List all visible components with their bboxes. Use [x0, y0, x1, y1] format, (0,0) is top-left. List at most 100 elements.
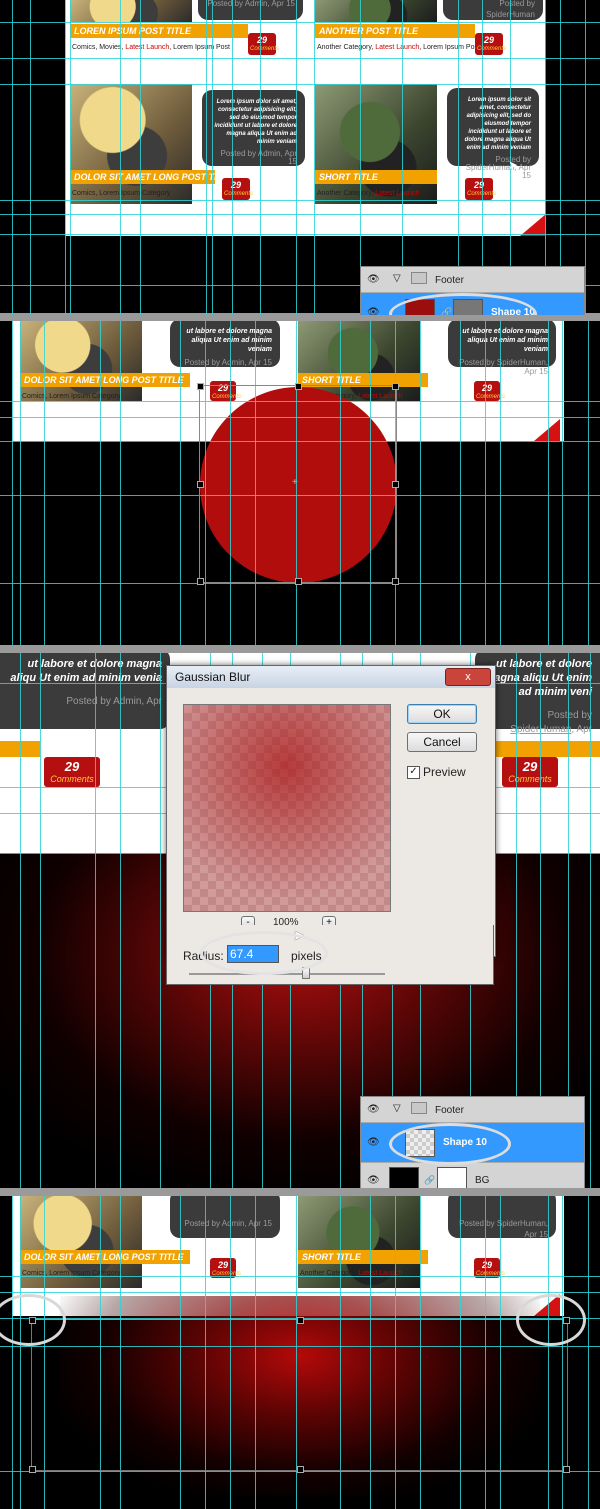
disclosure-triangle-icon[interactable]: ▽ [393, 1103, 401, 1114]
author-link[interactable]: SpiderHuman [510, 724, 571, 735]
transform-bounding-box[interactable] [29, 1317, 570, 1473]
meta-text: , Apr [571, 724, 592, 735]
category-link[interactable]: Latest Launch [375, 44, 419, 51]
speech-bubble: ut labore et dolore magna aliqua Ut enim… [170, 321, 280, 367]
category-text: Comics, Lorem Ipsum Category [72, 190, 171, 197]
transform-handle[interactable] [392, 383, 399, 390]
post-title[interactable]: ANOTHER POST TITLE [315, 24, 475, 38]
highlight-oval [389, 1123, 511, 1165]
comments-count: 29 [483, 35, 494, 45]
post-row-d-left: Posted by Admin, Apr 15 DOLOR SIT AMET L… [20, 1196, 290, 1296]
category-text: Comics, Lorem Ipsum Category [22, 1270, 121, 1277]
comments-label: Comments [476, 394, 506, 400]
ok-button[interactable]: OK [407, 704, 477, 724]
blur-preview-area[interactable] [183, 704, 391, 912]
comments-badge[interactable]: 29 Comments [474, 1258, 505, 1278]
post-title[interactable]: DOLOR SIT AMET LONG POST TITLE [20, 1250, 190, 1264]
layer-name: Footer [435, 1105, 464, 1116]
highlight-oval [200, 931, 328, 975]
transform-handle[interactable] [297, 1317, 304, 1324]
panel-separator [0, 1188, 600, 1196]
layers-panel: 👁 ▽ Footer 👁 🔗 Shape 10 👁 🔗 BG [360, 266, 585, 315]
bubble-text: ut labore et dolore magna aliqua Ut enim… [462, 328, 548, 353]
post-categories: Another Category, Latest Launch, Lorem I… [317, 44, 480, 51]
eye-icon[interactable]: 👁 [367, 1137, 380, 1148]
close-button[interactable]: x [445, 668, 491, 686]
post-title[interactable]: DOLOR SIT AMET LONG POST TITLE [70, 170, 234, 184]
post-categories: Comics, Lorem Ipsum Category [22, 393, 120, 400]
post-title[interactable]: DOLOR SIT AMET LONG POST TITLE [20, 373, 190, 387]
dialog-title: Gaussian Blur [175, 670, 251, 684]
cancel-button[interactable]: Cancel [407, 732, 477, 752]
comments-badge[interactable]: 29 Comments [210, 1258, 241, 1278]
eye-icon[interactable]: 👁 [367, 307, 380, 315]
post-meta: Posted by Admin, Apr 15 [184, 358, 272, 367]
panel-3-gaussian-blur: ut labore et dolore magna aliqu Ut enim … [0, 653, 600, 1188]
comments-badge[interactable]: 29 Comments [474, 381, 506, 401]
transform-handle[interactable] [392, 481, 399, 488]
post-title[interactable]: LOREN IPSUM POST TITLE [70, 24, 248, 38]
category-link[interactable]: Latest Launch [125, 44, 169, 51]
dialog-title-bar[interactable]: Gaussian Blur x [167, 666, 495, 688]
transform-handle[interactable] [297, 1466, 304, 1473]
category-text: Another Category, [317, 44, 376, 51]
layer-group-footer[interactable]: 👁 ▽ Footer [361, 267, 584, 293]
eye-icon[interactable]: 👁 [367, 1104, 380, 1115]
folder-icon [411, 1102, 427, 1114]
transform-handle[interactable] [197, 578, 204, 585]
comments-badge[interactable]: 29 Comments [222, 178, 254, 200]
comments-badge[interactable]: 29 Comments [44, 757, 100, 787]
transform-handle[interactable] [197, 383, 204, 390]
layer-thumbnail [389, 1167, 419, 1188]
comments-count: 29 [481, 1260, 492, 1270]
comments-badge[interactable]: 29 Comments [465, 178, 496, 200]
transform-handle[interactable] [197, 481, 204, 488]
eye-icon[interactable]: 👁 [367, 1175, 380, 1186]
eye-icon[interactable]: 👁 [367, 274, 380, 285]
comments-label: Comments [250, 46, 280, 52]
post-meta: Posted by Admin, Apr [66, 696, 162, 707]
transform-handle[interactable] [295, 578, 302, 585]
comments-count: 29 [230, 180, 241, 190]
post-meta: Posted by Admin, Apr 15 [220, 149, 298, 166]
transform-handle[interactable] [29, 1466, 36, 1473]
post-meta: Posted by SpiderHuman, Apr 15 [459, 1219, 548, 1239]
category-text: Another Category, [317, 190, 376, 197]
highlight-oval [516, 1294, 586, 1346]
disclosure-triangle-icon[interactable]: ▽ [393, 273, 401, 284]
layers-panel: 👁 ▽ Footer 👁 Shape 10 👁 🔗 BG [360, 1096, 585, 1188]
comments-badge[interactable]: 29 Comments [475, 33, 506, 55]
comments-label: Comments [224, 191, 254, 197]
bubble-text: ut labore et dolore magna aliqua Ut enim… [186, 328, 272, 353]
transform-handle[interactable] [563, 1466, 570, 1473]
transform-bounding-box[interactable]: + [197, 383, 399, 585]
speech-bubble: Posted by Admin, Apr 15 [170, 1196, 280, 1238]
post-image [315, 84, 437, 204]
speech-bubble: Posted by SpiderHuman [443, 0, 543, 20]
category-link[interactable]: Latest Launch [375, 190, 419, 197]
panel-2-red-circle: ut labore et dolore magna aliqua Ut enim… [0, 321, 600, 645]
layer-group-footer[interactable]: 👁 ▽ Footer [361, 1097, 584, 1123]
transform-handle[interactable] [295, 383, 302, 390]
comments-count: 29 [64, 759, 80, 774]
layer-bg[interactable]: 👁 🔗 BG [361, 1163, 584, 1188]
post-image [20, 321, 142, 401]
post-title[interactable]: SHORT TITLE [315, 170, 437, 184]
bubble-text: Lorem ipsum dolor sit amet, consectetur … [214, 99, 297, 145]
category-text: , Lorem Ipsum Post [419, 44, 480, 51]
post-title[interactable]: SHORT TITLE [298, 1250, 428, 1264]
meta-text: Posted by [547, 710, 592, 721]
transform-handle[interactable] [392, 578, 399, 585]
post-row-d-right: Posted by SpiderHuman, Apr 15 SHORT TITL… [298, 1196, 560, 1296]
speech-bubble: ut labore et dolore magna aliqua Ut enim… [448, 321, 556, 376]
category-link[interactable]: Latest Launch [358, 1270, 402, 1277]
comments-badge[interactable]: 29 Comments [248, 33, 280, 55]
mask-thumbnail [437, 1167, 467, 1188]
folder-icon [411, 272, 427, 284]
mouse-cursor-icon: ➤ [508, 158, 519, 172]
post-meta: Posted by SpiderHuman [486, 0, 535, 19]
comments-badge[interactable]: 29 Comments [502, 757, 558, 787]
post-meta: Posted by SpiderHuman, Apr 15 [465, 155, 531, 180]
preview-checkbox[interactable]: ✓ [407, 766, 420, 779]
category-text: Another Category, [300, 1270, 359, 1277]
